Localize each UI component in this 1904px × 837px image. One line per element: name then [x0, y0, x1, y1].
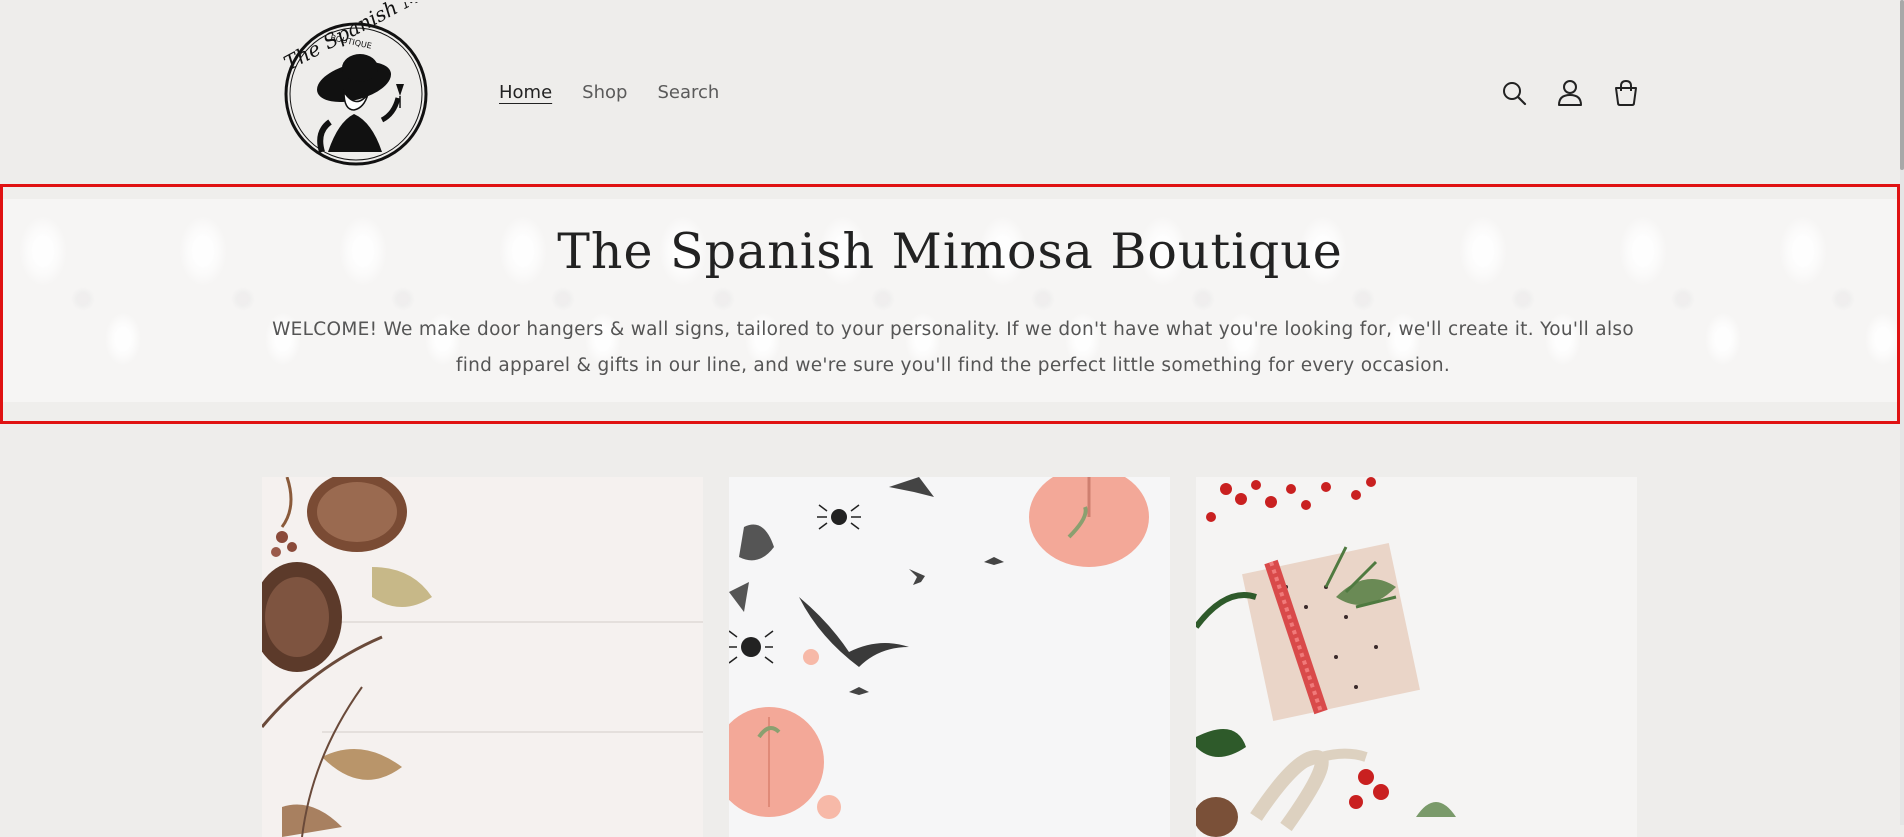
halloween-image: [729, 477, 1170, 837]
scrollbar-thumb[interactable]: [1900, 0, 1904, 170]
nav-search-link[interactable]: Search: [657, 79, 719, 107]
header-icons: [1500, 78, 1640, 108]
site-header: The Spanish Mimosa BOUTIQUE Home Shop Se…: [0, 0, 1904, 185]
collection-cards: [262, 477, 1637, 837]
search-icon[interactable]: [1500, 78, 1528, 108]
christmas-image: [1196, 477, 1637, 837]
nav-shop-link[interactable]: Shop: [582, 79, 627, 107]
collection-card-christmas[interactable]: [1196, 477, 1637, 837]
page-scrollbar[interactable]: [1900, 0, 1904, 825]
logo[interactable]: The Spanish Mimosa BOUTIQUE: [270, 0, 478, 174]
nav-home-link[interactable]: Home: [499, 79, 552, 107]
banner-title: The Spanish Mimosa Boutique: [557, 223, 1343, 280]
account-icon[interactable]: [1556, 78, 1584, 108]
welcome-banner: The Spanish Mimosa Boutique WELCOME! We …: [0, 184, 1900, 424]
collection-card-autumn[interactable]: [262, 477, 703, 837]
autumn-image: [262, 477, 703, 837]
banner-welcome-text: WELCOME! We make door hangers & wall sig…: [272, 319, 1634, 376]
cart-icon[interactable]: [1612, 78, 1640, 108]
main-nav: Home Shop Search: [499, 79, 719, 107]
collection-card-halloween[interactable]: [729, 477, 1170, 837]
